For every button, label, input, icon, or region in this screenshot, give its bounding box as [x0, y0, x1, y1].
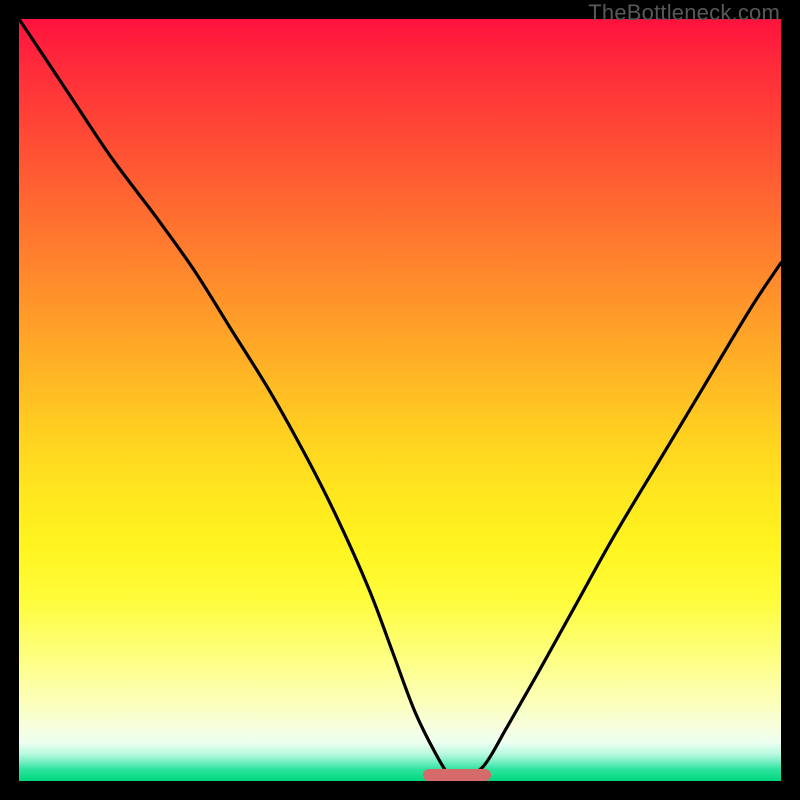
- optimal-range-marker: [423, 769, 492, 781]
- watermark-text: TheBottleneck.com: [588, 0, 780, 26]
- bottleneck-curve: [19, 19, 781, 781]
- plot-area: [19, 19, 781, 781]
- chart-frame: TheBottleneck.com: [0, 0, 800, 800]
